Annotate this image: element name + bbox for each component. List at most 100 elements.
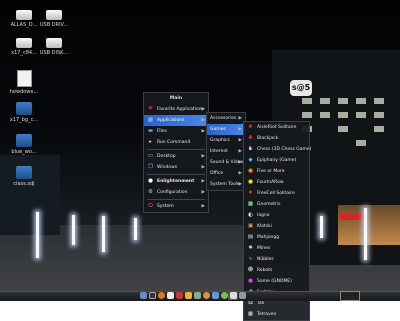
- desktop-icon-folder[interactable]: x17_bg_c...: [0, 102, 48, 123]
- trash-icon[interactable]: [239, 292, 246, 299]
- menu-separator: [147, 174, 205, 175]
- submenu-arrow-icon: ▶: [201, 129, 205, 134]
- folder-icon: ▬: [147, 128, 154, 134]
- terminal-icon: ▸: [149, 139, 152, 145]
- menu-item-files[interactable]: ▬ Files ▶: [144, 126, 208, 137]
- submenu-arrow-icon: ▶: [201, 107, 205, 112]
- menu-item-game[interactable]: ☻ Robots: [244, 265, 309, 276]
- menu-item-desktop[interactable]: ▭ Desktop ▶: [144, 151, 208, 162]
- menu-item-applications[interactable]: ▦ Applications ▶: [144, 115, 208, 126]
- terminal-icon[interactable]: [149, 292, 156, 299]
- menu-item-game[interactable]: ▣ Klotski: [244, 221, 309, 232]
- menu-item-game[interactable]: ◐ Iagno: [244, 210, 309, 221]
- submenu-arrow-icon: ▶: [238, 171, 242, 176]
- menu-item-system[interactable]: ⏻ System ▶: [144, 201, 208, 212]
- desktop-icon-drive[interactable]: USB DISK...: [30, 38, 78, 56]
- four-in-a-row-icon: ●: [248, 179, 253, 185]
- tiles-icon: ▦: [247, 311, 254, 317]
- mail-icon[interactable]: [185, 292, 192, 299]
- menu-item-game[interactable]: ● Same (GNOME): [244, 276, 309, 287]
- dice-icon: ⚄: [248, 300, 253, 306]
- cards-icon: ♣: [248, 135, 253, 141]
- submenu-arrow-icon: ▶: [238, 160, 242, 165]
- desktop-icon-folder[interactable]: blue_wo...: [0, 134, 48, 155]
- light-pole: [364, 208, 367, 260]
- desktop-icon-drive[interactable]: USB DRIV...: [30, 10, 78, 28]
- menu-item-game[interactable]: ♦ FreeCell Solitaire: [244, 188, 309, 199]
- submenu-arrow-icon: ▶: [201, 154, 205, 159]
- menu-item-office[interactable]: Office ▶: [207, 168, 245, 179]
- menu-item-favorite-applications[interactable]: ♥ Favorite Applications ▶: [144, 104, 208, 115]
- building-logo: s@5: [290, 80, 312, 96]
- menu-item-enlightenment[interactable]: ● Enlightenment ▶: [144, 176, 208, 187]
- desktop-icon: ▭: [147, 153, 154, 159]
- main-menu: Main ♥ Favorite Applications ▶ ▦ Applica…: [143, 92, 209, 213]
- shop-front: [338, 205, 400, 245]
- menu-separator: [147, 199, 205, 200]
- submenu-arrow-icon: ▶: [238, 127, 242, 132]
- submenu-arrow-icon: ▶: [201, 204, 205, 209]
- menu-separator: [147, 149, 205, 150]
- submenu-arrow-icon: ▶: [238, 149, 242, 154]
- balls-icon: ●: [248, 168, 253, 174]
- menu-item-games[interactable]: Games ▶: [207, 124, 245, 135]
- menu-item-configuration[interactable]: ⚙ Configuration ▶: [144, 187, 208, 198]
- menu-item-sound-video[interactable]: Sound & Video ▶: [207, 157, 245, 168]
- menu-item-game[interactable]: ● FourInARow: [244, 177, 309, 188]
- menu-item-run-command[interactable]: ▸ Run Command: [144, 137, 208, 148]
- menu-item-game[interactable]: ■ Gnometris: [244, 199, 309, 210]
- blocks-icon: ■: [247, 201, 254, 207]
- game-icon: ◆: [248, 157, 253, 163]
- update-icon[interactable]: [212, 292, 219, 299]
- desktop-icon-folder[interactable]: class.sdj: [0, 166, 48, 187]
- menu-item-game[interactable]: ♠ AisleRiot Solitaire: [244, 122, 309, 133]
- power-icon: ⏻: [148, 203, 153, 209]
- submenu-arrow-icon: ▶: [201, 165, 205, 170]
- worm-icon: ∿: [248, 256, 253, 262]
- submenu-arrow-icon: ▶: [238, 182, 242, 187]
- light-pole: [102, 216, 105, 252]
- submenu-arrow-icon: ▶: [201, 118, 205, 123]
- puzzle-icon: ▣: [247, 223, 254, 229]
- chat-icon[interactable]: [221, 292, 228, 299]
- settings-icon[interactable]: [194, 292, 201, 299]
- menu-item-game[interactable]: ● Five or More: [244, 166, 309, 177]
- applications-submenu: Accessories ▶ Games ▶ Graphics ▶ Interne…: [206, 112, 246, 191]
- submenu-arrow-icon: ▶: [238, 116, 242, 121]
- cards-icon: ♠: [248, 124, 253, 130]
- menu-item-game[interactable]: ♞ Chess (3D Chess Game): [244, 144, 311, 155]
- windows-icon: ❐: [148, 164, 153, 170]
- folder-icon: [16, 102, 32, 115]
- calendar-icon[interactable]: [230, 292, 237, 299]
- tiles-icon: ▤: [247, 234, 254, 240]
- menu-title: Main: [169, 96, 183, 101]
- menu-item-game[interactable]: ▤ Mahjongg: [244, 232, 309, 243]
- drive-icon: [46, 38, 62, 48]
- document-icon: [16, 70, 32, 87]
- menu-item-graphics[interactable]: Graphics ▶: [207, 135, 245, 146]
- menu-item-game[interactable]: ◆ Epiphany (Game): [244, 155, 309, 166]
- light-pole: [134, 218, 137, 240]
- browser-icon[interactable]: [158, 292, 165, 299]
- menu-item-system-tools[interactable]: System Tools ▶: [207, 179, 245, 190]
- gear-icon: ⚙: [148, 189, 153, 195]
- file-manager-icon[interactable]: [140, 292, 147, 299]
- desktop-icon-document[interactable]: howdowe...: [0, 70, 48, 95]
- menu-item-accessories[interactable]: Accessories ▶: [207, 113, 245, 124]
- robot-icon: ☻: [247, 267, 254, 273]
- menu-item-game[interactable]: ♣ Blackjack: [244, 133, 309, 144]
- menu-item-windows[interactable]: ❐ Windows ▶: [144, 162, 208, 173]
- browser-icon[interactable]: [203, 292, 210, 299]
- light-pole: [36, 212, 39, 258]
- menu-item-game[interactable]: ✹ Mines: [244, 243, 309, 254]
- heart-icon: ♥: [148, 106, 153, 112]
- menu-item-internet[interactable]: Internet ▶: [207, 146, 245, 157]
- menu-item-game[interactable]: ▦ Tetravex: [244, 309, 309, 320]
- folder-icon: [16, 166, 32, 179]
- menu-item-game[interactable]: ∿ Nibbles: [244, 254, 309, 265]
- apps-icon: ▦: [147, 117, 154, 123]
- media-icon[interactable]: [176, 292, 183, 299]
- folder-icon: [16, 134, 32, 147]
- drive-icon: [46, 10, 62, 20]
- text-editor-icon[interactable]: [167, 292, 174, 299]
